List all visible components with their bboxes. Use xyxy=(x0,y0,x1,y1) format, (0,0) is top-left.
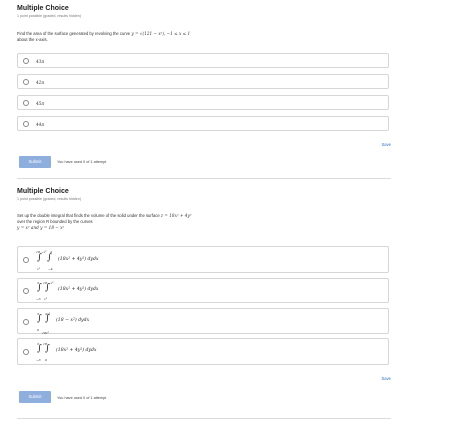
question-2-prompt: Set up the double integral that finds th… xyxy=(17,213,393,231)
integrand: (18x² + 4y²) dydx xyxy=(58,287,99,292)
question-1-option-1[interactable]: 43π xyxy=(17,53,389,68)
integral-sign-icon: ∫ xyxy=(37,344,42,354)
radio-button[interactable] xyxy=(23,79,29,85)
question-2-option-1[interactable]: 18 −x² 4 ∫ ∫ x² −4 (18x² + 4y²) dydx xyxy=(17,246,389,273)
question-2-meta: 1 point possible (graded, results hidden… xyxy=(17,197,81,201)
option-label: 45π xyxy=(36,101,45,106)
question-2-prompt-text: Set up the double integral that finds th… xyxy=(17,213,160,218)
option-label: 43π xyxy=(36,59,45,64)
integral-sign-icon: ∫ xyxy=(47,253,52,263)
question-1-prompt-math: y = √(121 − x²), −1 ≤ x ≤ 1 xyxy=(131,31,191,36)
save-link[interactable]: Save xyxy=(381,376,391,381)
question-1-option-3[interactable]: 45π xyxy=(17,95,389,110)
integrand: (18x² + 4y²) dydx xyxy=(56,348,97,353)
submit-button[interactable]: Submit xyxy=(19,391,51,403)
option-label: 44π xyxy=(36,122,45,127)
lower-limit-inner: −4 xyxy=(48,267,53,271)
lower-limit-inner: 0 xyxy=(45,358,47,362)
radio-button[interactable] xyxy=(23,257,29,263)
submit-button[interactable]: Submit xyxy=(19,156,51,168)
question-2-option-4[interactable]: 3 18 ∫ ∫ −3 0 (18x² + 4y²) dydx xyxy=(17,338,389,365)
question-2-option-3[interactable]: 3 4y² ∫ ∫ 0 18x² (18 − x²) dydx xyxy=(17,308,389,335)
integrand: (18x² + 4y²) dydx xyxy=(58,257,99,262)
question-2-option-2[interactable]: 3 18 −x² ∫ ∫ −3 x² (18x² + 4y²) dydx xyxy=(17,278,389,303)
radio-button[interactable] xyxy=(23,58,29,64)
save-link[interactable]: Save xyxy=(381,142,391,147)
radio-button[interactable] xyxy=(23,100,29,106)
question-1: Multiple Choice 1 point possible (graded… xyxy=(17,5,393,168)
attempts-text: You have used 0 of 1 attempt xyxy=(57,160,107,164)
integral-sign-icon: ∫ xyxy=(45,283,50,293)
question-1-prompt-text: Find the area of the surface generated b… xyxy=(17,31,131,36)
question-1-title: Multiple Choice xyxy=(17,5,69,12)
integrand: (18 − x²) dydx xyxy=(56,318,90,323)
lower-limit-outer: x² xyxy=(37,267,40,271)
integral-expression: 18 −x² 4 ∫ ∫ x² −4 (18x² + 4y²) dydx xyxy=(36,250,156,272)
divider xyxy=(17,178,391,179)
question-1-prompt-post: about the x-axis. xyxy=(17,37,48,42)
question-2-title: Multiple Choice xyxy=(17,188,69,195)
lower-limit-inner: x² xyxy=(44,297,47,301)
radio-button[interactable] xyxy=(23,319,29,325)
integral-sign-icon: ∫ xyxy=(45,314,50,324)
attempts-text: You have used 0 of 1 attempt xyxy=(57,396,107,400)
radio-button[interactable] xyxy=(23,121,29,127)
question-2-prompt-line2: over the region R bounded by the curves xyxy=(17,219,93,224)
question-1-prompt: Find the area of the surface generated b… xyxy=(17,31,393,43)
lower-limit-inner: 18x² xyxy=(42,331,49,335)
question-1-meta: 1 point possible (graded, results hidden… xyxy=(17,14,81,18)
option-label: 42π xyxy=(36,80,45,85)
integral-sign-icon: ∫ xyxy=(37,283,42,293)
question-2-prompt-math: z = 18x² + 4y² xyxy=(160,213,192,218)
question-2: Multiple Choice 1 point possible (graded… xyxy=(17,188,393,403)
divider xyxy=(17,418,391,419)
integral-sign-icon: ∫ xyxy=(37,253,42,263)
radio-button[interactable] xyxy=(23,288,29,294)
lower-limit-outer: 0 xyxy=(37,328,39,332)
integral-expression: 3 4y² ∫ ∫ 0 18x² (18 − x²) dydx xyxy=(36,312,156,335)
lower-limit-outer: −3 xyxy=(36,358,41,362)
integral-expression: 3 18 ∫ ∫ −3 0 (18x² + 4y²) dydx xyxy=(36,342,156,364)
integral-sign-icon: ∫ xyxy=(45,344,50,354)
question-1-option-4[interactable]: 44π xyxy=(17,116,389,131)
integral-expression: 3 18 −x² ∫ ∫ −3 x² (18x² + 4y²) dydx xyxy=(36,281,156,303)
radio-button[interactable] xyxy=(23,349,29,355)
integral-sign-icon: ∫ xyxy=(37,314,42,324)
question-1-option-2[interactable]: 42π xyxy=(17,74,389,89)
lower-limit-outer: −3 xyxy=(36,297,41,301)
question-2-prompt-curves: y = x² and y = 18 − x² xyxy=(17,225,65,230)
